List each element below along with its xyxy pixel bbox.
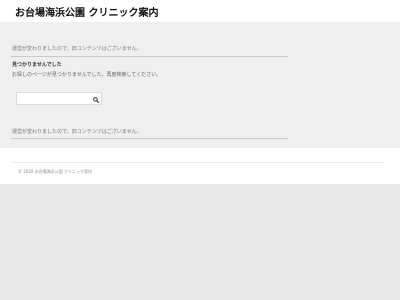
- divider: [11, 56, 288, 57]
- site-title[interactable]: お台場海浜公園 クリニック案内: [15, 4, 158, 19]
- site-footer: © 2020 お台場海浜公園 クリニック案内: [0, 148, 400, 184]
- not-found-message: お探しのページが見つかりませんでした。再度検索してください。: [12, 72, 162, 78]
- copyright-text: © 2020 お台場海浜公園 クリニック案内: [18, 169, 92, 174]
- search-form: [16, 92, 102, 105]
- site-header: お台場海浜公園 クリニック案内: [0, 0, 400, 22]
- notice-text-top: 運営が変わりましたので、旧コンテンツはございません。: [12, 46, 142, 52]
- notice-text-bottom: 運営が変わりましたので、旧コンテンツはございません。: [12, 129, 142, 135]
- divider: [11, 138, 288, 139]
- search-button[interactable]: [90, 93, 101, 104]
- footer-divider: [12, 162, 384, 163]
- main-content: 運営が変わりましたので、旧コンテンツはございません。 見つかりませんでした お探…: [0, 22, 400, 148]
- not-found-title: 見つかりませんでした: [12, 62, 62, 68]
- search-icon: [90, 96, 101, 103]
- page-background: [0, 184, 400, 300]
- search-input[interactable]: [17, 93, 91, 104]
